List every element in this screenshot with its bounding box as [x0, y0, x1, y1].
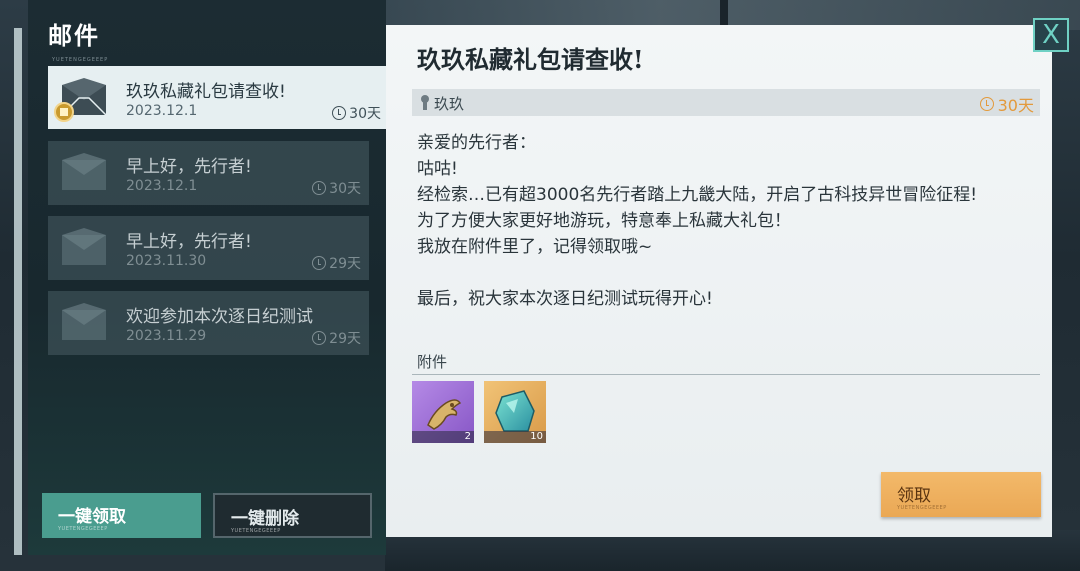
mail-date: 2023.12.1: [126, 178, 198, 194]
mail-subject: 玖玖私藏礼包请查收!: [126, 82, 286, 102]
attachments-label: 附件: [417, 353, 448, 371]
mail-date: 2023.12.1: [126, 103, 198, 119]
mail-days-left: 29天: [329, 331, 361, 347]
mail-body-line: 最后，祝大家本次逐日纪测试玩得开心!: [417, 289, 713, 309]
mail-body-line: 我放在附件里了，记得领取哦~: [417, 237, 653, 257]
attachments-divider: [412, 374, 1040, 375]
claim-sublabel: YUETENGEGEEEP: [897, 505, 947, 511]
mail-expiry: 30天: [312, 178, 361, 198]
panel-accent-strip: [14, 28, 22, 555]
claim-all-label: 一键领取: [58, 507, 126, 527]
envelope-icon: [62, 303, 106, 340]
sender-pin-icon: [420, 95, 430, 110]
mail-expiry: 29天: [312, 253, 361, 273]
mail-body-line: [417, 260, 1037, 286]
mail-date: 2023.11.29: [126, 328, 207, 344]
mail-body-line: 咕咕!: [417, 159, 458, 179]
gift-badge-icon: [54, 102, 74, 122]
mail-expiry: 30天: [979, 92, 1034, 116]
attachment-item[interactable]: 10: [484, 381, 546, 443]
mail-days-left: 30天: [997, 96, 1034, 115]
claim-all-button[interactable]: 一键领取 YUETENGEGEEEP: [42, 493, 201, 538]
mail-subject: 早上好，先行者!: [126, 232, 252, 252]
mail-body-line: 为了方便大家更好地游玩，特意奉上私藏大礼包！: [417, 211, 791, 231]
delete-all-label: 一键删除: [231, 509, 299, 529]
clock-icon: [312, 256, 327, 270]
close-button[interactable]: X: [1033, 18, 1069, 52]
mail-list-item[interactable]: 早上好，先行者! 2023.11.30 29天: [48, 216, 369, 280]
attachment-quantity: 2: [412, 431, 474, 443]
mail-days-left: 29天: [329, 256, 361, 272]
delete-all-sublabel: YUETENGEGEEEP: [231, 528, 281, 534]
mail-days-left: 30天: [349, 106, 381, 122]
mail-list-item[interactable]: 早上好，先行者! 2023.12.1 30天: [48, 141, 369, 205]
mail-body-line: 亲爱的先行者：: [417, 133, 536, 153]
mail-days-left: 30天: [329, 181, 361, 197]
mail-body-line: 经检索…已有超3000名先行者踏上九畿大陆，开启了古科技异世冒险征程!: [417, 185, 978, 205]
mail-expiry: 30天: [332, 103, 381, 123]
mail-body: 亲爱的先行者： 咕咕! 经检索…已有超3000名先行者踏上九畿大陆，开启了古科技…: [417, 130, 1037, 312]
mail-list-item[interactable]: 欢迎参加本次逐日纪测试 2023.11.29 29天: [48, 291, 369, 355]
envelope-icon: [62, 153, 106, 190]
clock-icon: [312, 181, 327, 195]
sender-bar: 玖玖 30天: [412, 89, 1040, 116]
clock-icon: [312, 331, 327, 345]
mail-subject: 早上好，先行者!: [126, 157, 252, 177]
claim-label: 领取: [897, 486, 931, 506]
envelope-icon: [62, 228, 106, 265]
attachment-quantity: 10: [484, 431, 546, 443]
clock-icon: [979, 97, 994, 111]
clock-icon: [332, 106, 347, 120]
mail-list-item[interactable]: 玖玖私藏礼包请查收! 2023.12.1 30天: [48, 66, 389, 129]
attachment-item[interactable]: 2: [412, 381, 474, 443]
panel-title: 邮件: [48, 21, 100, 50]
mail-expiry: 29天: [312, 328, 361, 348]
mail-title: 玖玖私藏礼包请查收!: [417, 45, 644, 74]
claim-all-sublabel: YUETENGEGEEEP: [58, 526, 108, 532]
sender-name: 玖玖: [434, 95, 465, 113]
mail-subject: 欢迎参加本次逐日纪测试: [126, 307, 313, 327]
panel-subtitle: YUETENGEGEEEP: [52, 57, 109, 63]
mail-date: 2023.11.30: [126, 253, 207, 269]
delete-all-button[interactable]: 一键删除 YUETENGEGEEEP: [213, 493, 372, 538]
claim-button[interactable]: 领取 YUETENGEGEEEP: [881, 472, 1041, 517]
